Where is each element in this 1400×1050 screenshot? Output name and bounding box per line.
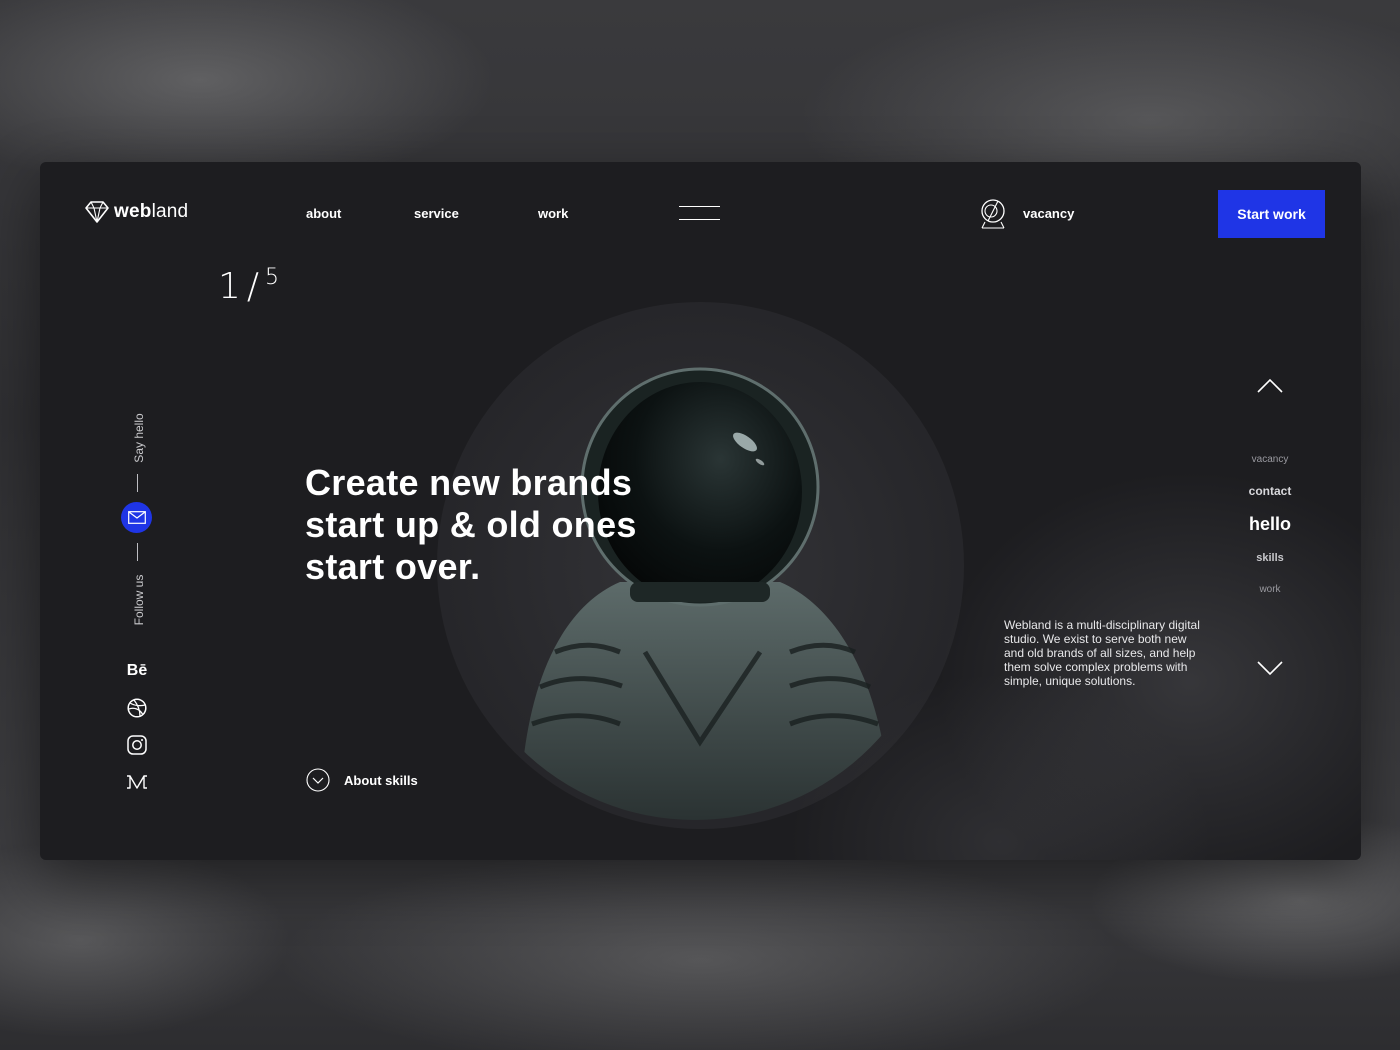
logo[interactable]: webland (84, 200, 188, 224)
headline-line-2: start up & old ones (305, 504, 637, 545)
nav-work[interactable]: work (538, 206, 568, 221)
hamburger-menu-icon[interactable] (679, 206, 720, 222)
mail-button[interactable] (121, 502, 152, 533)
divider-line (137, 474, 138, 492)
diamond-logo-icon (85, 201, 109, 223)
side-nav-vacancy[interactable]: vacancy (1210, 454, 1330, 465)
chevron-down-circle-icon (306, 768, 330, 792)
side-nav-skills[interactable]: skills (1210, 552, 1330, 564)
astronaut-helmet-icon (981, 199, 1005, 229)
instagram-icon[interactable] (126, 734, 148, 756)
divider-line (137, 543, 138, 561)
mail-icon (127, 511, 146, 524)
say-hello[interactable]: Say hello (129, 408, 149, 468)
slide-separator: / (246, 266, 260, 307)
nav-service[interactable]: service (414, 206, 459, 221)
chevron-down-icon[interactable] (1256, 660, 1284, 676)
studio-description: Webland is a multi-disciplinary digital … (1004, 618, 1200, 688)
behance-icon[interactable]: Bē (126, 660, 148, 682)
main-card: webland about service work vacancy Start… (40, 162, 1361, 860)
slide-counter: 1/5 (218, 265, 280, 307)
nav-about[interactable]: about (306, 206, 341, 221)
dribbble-icon[interactable] (126, 697, 148, 719)
nav-vacancy[interactable]: vacancy (1023, 206, 1074, 221)
chevron-up-icon[interactable] (1256, 378, 1284, 394)
headline-line-3: start over. (305, 546, 481, 587)
slide-current: 1 (218, 266, 241, 307)
medium-icon[interactable] (126, 771, 148, 793)
hero-headline: Create new brands start up & old ones st… (305, 462, 637, 588)
slide-total: 5 (265, 265, 280, 290)
side-nav-work[interactable]: work (1210, 584, 1330, 595)
start-work-button[interactable]: Start work (1218, 190, 1325, 238)
headline-line-1: Create new brands (305, 462, 633, 503)
about-skills-label: About skills (344, 772, 418, 788)
logo-text: webland (114, 201, 189, 222)
follow-us: Follow us (132, 574, 146, 626)
about-skills-link[interactable]: About skills (306, 768, 418, 792)
side-nav-hello[interactable]: hello (1210, 514, 1330, 535)
side-nav-contact[interactable]: contact (1210, 484, 1330, 498)
